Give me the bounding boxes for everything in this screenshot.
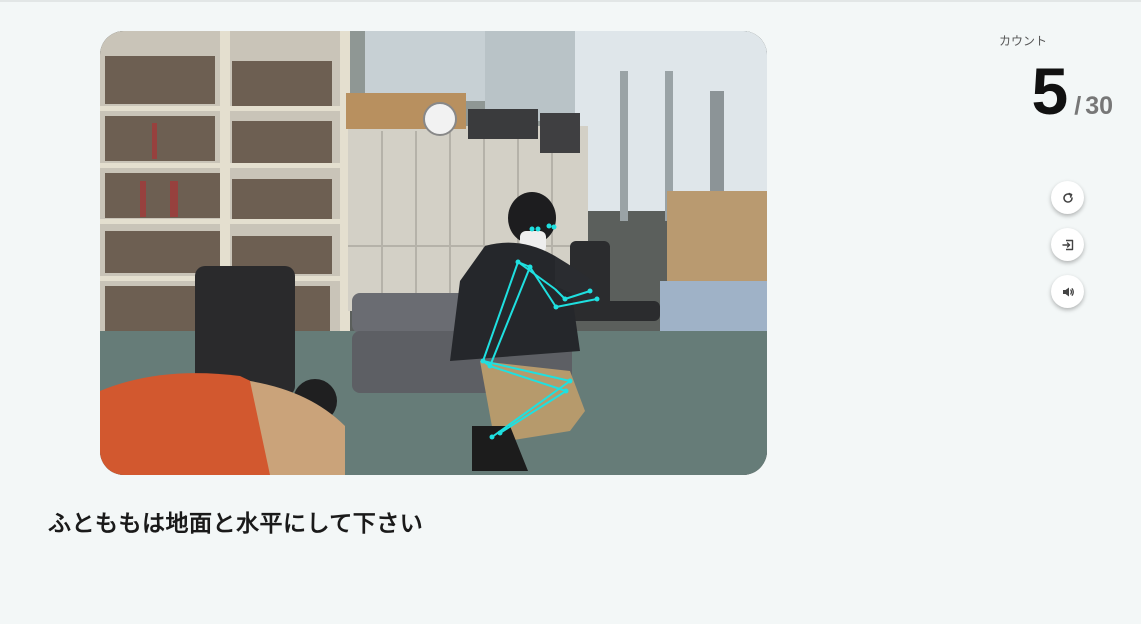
- exit-icon: [1061, 239, 1073, 250]
- camera-view: [100, 31, 767, 475]
- reload-icon: [1062, 192, 1073, 203]
- top-divider: [0, 0, 1141, 2]
- exit-button[interactable]: [1051, 228, 1084, 261]
- counter-current: 5: [1031, 54, 1069, 128]
- speaker-icon: [1062, 287, 1074, 296]
- rep-counter: 5 / 30: [1032, 52, 1113, 130]
- sound-button[interactable]: [1051, 275, 1084, 308]
- camera-scene: [100, 31, 767, 475]
- form-instruction: ふとももは地面と水平にして下さい: [48, 511, 424, 537]
- counter-separator: /: [1074, 92, 1082, 120]
- counter-total: 30: [1085, 92, 1113, 120]
- reset-button[interactable]: [1051, 181, 1084, 214]
- counter-label: カウント: [999, 34, 1048, 48]
